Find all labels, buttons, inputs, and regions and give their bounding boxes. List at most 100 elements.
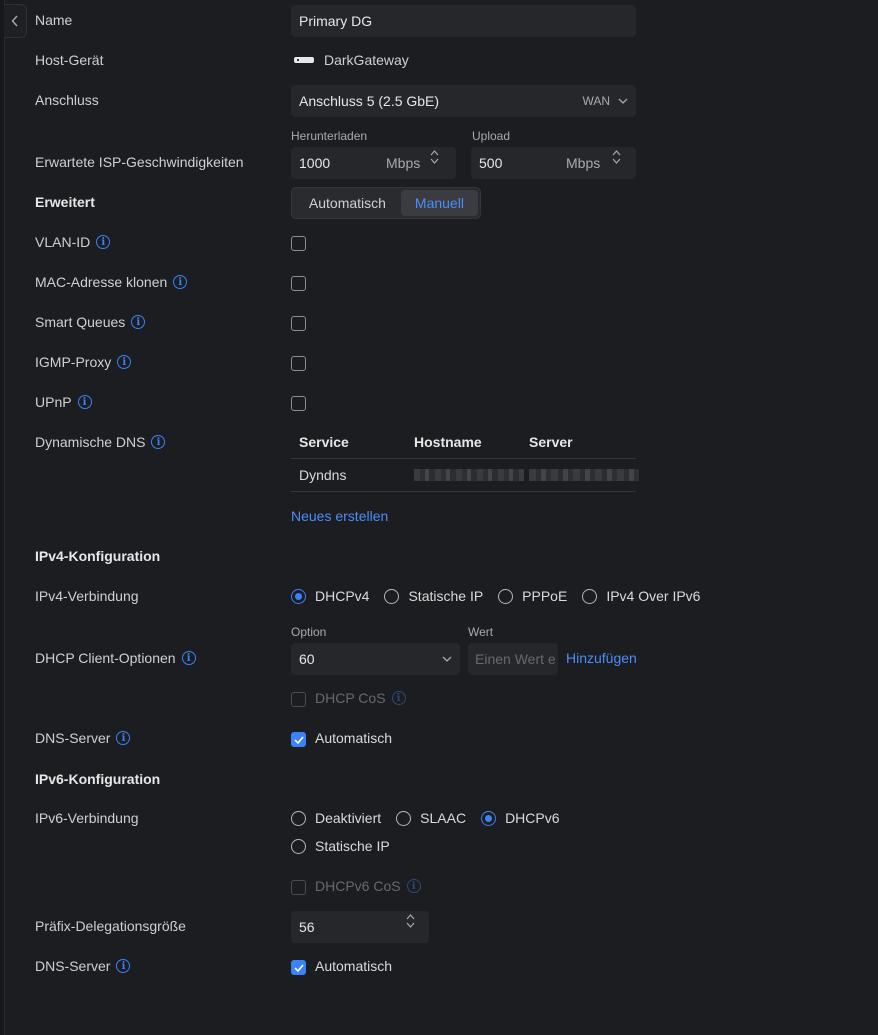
- dhcp-option-value: 60: [299, 651, 315, 667]
- chevron-left-icon: [11, 15, 18, 27]
- wan-tag: WAN: [582, 94, 610, 108]
- radio-ipv6-static-ip[interactable]: Statische IP: [291, 838, 390, 854]
- dhcp-value-input[interactable]: Einen Wert e: [468, 643, 558, 675]
- port-label: Anschluss: [35, 92, 99, 108]
- advanced-label: Erweitert: [35, 194, 95, 210]
- radio-selected[interactable]: [291, 588, 306, 604]
- mac-clone-checkbox[interactable]: [291, 276, 306, 291]
- vlan-checkbox[interactable]: [291, 236, 306, 251]
- radio-unselected[interactable]: [384, 588, 400, 604]
- info-icon[interactable]: i: [96, 235, 111, 249]
- dhcpv6-cos-checkbox[interactable]: [291, 880, 306, 895]
- ipv4-section-title: IPv4-Konfiguration: [35, 548, 161, 564]
- info-icon[interactable]: i: [77, 395, 92, 409]
- info-icon[interactable]: i: [117, 355, 132, 369]
- back-button[interactable]: [4, 4, 27, 38]
- upnp-label: UPnP i: [35, 394, 92, 410]
- smart-queues-label: Smart Queues i: [35, 314, 146, 330]
- chevron-down-icon: [618, 98, 628, 104]
- info-icon[interactable]: i: [116, 731, 131, 745]
- radio-selected[interactable]: [481, 810, 497, 826]
- check-icon: [293, 735, 304, 744]
- radio-dhcpv6[interactable]: DHCPv6: [481, 810, 560, 826]
- add-dhcp-option-link[interactable]: Hinzufügen: [566, 650, 637, 666]
- chevron-down-icon: [442, 656, 452, 662]
- download-stepper[interactable]: [430, 150, 439, 164]
- host-label: Host-Gerät: [35, 52, 104, 68]
- radio-ipv4-over-ipv6[interactable]: IPv4 Over IPv6: [582, 588, 700, 604]
- redacted-server: [529, 469, 639, 481]
- vlan-label: VLAN-ID i: [35, 234, 111, 250]
- ipv6-connection-radio-group-row2: Statische IP: [291, 838, 390, 857]
- prefix-stepper[interactable]: [406, 914, 415, 928]
- ddns-server-cell: [529, 469, 639, 481]
- advanced-manual-option[interactable]: Manuell: [400, 190, 478, 216]
- ddns-hostname-cell: [414, 469, 529, 481]
- column-server: Server: [529, 434, 573, 450]
- info-icon[interactable]: i: [181, 651, 196, 665]
- dhcp-option-select[interactable]: 60: [291, 643, 460, 675]
- ipv6-section-title: IPv6-Konfiguration: [35, 771, 161, 787]
- isp-speed-label: Erwartete ISP-Geschwindigkeiten: [35, 154, 244, 170]
- create-ddns-link[interactable]: Neues erstellen: [291, 508, 388, 524]
- option-label: Option: [291, 625, 327, 639]
- radio-unselected[interactable]: [291, 810, 306, 826]
- gateway-device-icon: [294, 57, 314, 63]
- table-row[interactable]: Dyndns: [291, 459, 639, 492]
- ddns-table: Service Hostname Server Dyndns: [291, 426, 639, 492]
- upnp-checkbox[interactable]: [291, 396, 306, 411]
- radio-unselected[interactable]: [291, 838, 306, 854]
- host-device: DarkGateway: [294, 52, 409, 68]
- mac-clone-label: MAC-Adresse klonen i: [35, 274, 188, 290]
- stepper-up-icon[interactable]: [406, 914, 415, 920]
- download-value: 1000: [299, 155, 331, 171]
- radio-pppoe[interactable]: PPPoE: [498, 588, 567, 604]
- smart-queues-checkbox[interactable]: [291, 316, 306, 331]
- redacted-hostname: [414, 469, 524, 481]
- ipv6-dns-label: DNS-Server i: [35, 958, 131, 974]
- radio-unselected[interactable]: [498, 588, 514, 604]
- ipv6-dns-auto-checkbox[interactable]: [291, 960, 306, 975]
- igmp-checkbox[interactable]: [291, 356, 306, 371]
- port-select[interactable]: Anschluss 5 (2.5 GbE) WAN: [291, 85, 636, 117]
- dhcp-value-placeholder: Einen Wert e: [475, 651, 556, 667]
- ipv6-connection-label: IPv6-Verbindung: [35, 810, 139, 826]
- radio-dhcpv4[interactable]: DHCPv4: [291, 588, 369, 604]
- dhcpv6-cos-label: DHCPv6 CoS i: [315, 878, 421, 894]
- column-hostname: Hostname: [414, 434, 482, 450]
- ddns-service-cell: Dyndns: [299, 467, 347, 483]
- ipv4-dns-auto-label: Automatisch: [315, 730, 393, 746]
- upload-value: 500: [479, 155, 503, 171]
- stepper-down-icon[interactable]: [612, 158, 621, 164]
- stepper-down-icon[interactable]: [406, 922, 415, 928]
- radio-unselected[interactable]: [582, 588, 598, 604]
- download-unit: Mbps: [386, 155, 421, 171]
- upload-label: Upload: [472, 129, 511, 143]
- value-label: Wert: [468, 625, 494, 639]
- ipv6-dns-auto-label: Automatisch: [315, 958, 393, 974]
- info-icon[interactable]: i: [406, 879, 421, 893]
- info-icon[interactable]: i: [116, 959, 131, 973]
- ipv4-connection-label: IPv4-Verbindung: [35, 588, 139, 604]
- ipv6-connection-radio-group: Deaktiviert SLAAC DHCPv6: [291, 810, 560, 826]
- dhcp-cos-checkbox[interactable]: [291, 692, 306, 707]
- info-icon[interactable]: i: [131, 315, 146, 329]
- info-icon[interactable]: i: [391, 691, 406, 705]
- stepper-up-icon[interactable]: [612, 150, 621, 156]
- info-icon[interactable]: i: [173, 275, 188, 289]
- radio-slaac[interactable]: SLAAC: [396, 810, 466, 826]
- ipv4-dns-auto-checkbox[interactable]: [291, 732, 306, 747]
- column-service: Service: [299, 434, 349, 450]
- ipv4-dns-label: DNS-Server i: [35, 730, 131, 746]
- radio-unselected[interactable]: [396, 810, 412, 826]
- radio-static-ip[interactable]: Statische IP: [384, 588, 483, 604]
- advanced-toggle: Automatisch Manuell: [291, 187, 481, 219]
- stepper-up-icon[interactable]: [430, 150, 439, 156]
- host-value: DarkGateway: [324, 52, 409, 68]
- upload-stepper[interactable]: [612, 150, 621, 164]
- radio-deactivated[interactable]: Deaktiviert: [291, 810, 381, 826]
- name-input[interactable]: Primary DG: [291, 5, 636, 37]
- stepper-down-icon[interactable]: [430, 158, 439, 164]
- advanced-auto-option[interactable]: Automatisch: [294, 190, 401, 216]
- info-icon[interactable]: i: [151, 435, 166, 449]
